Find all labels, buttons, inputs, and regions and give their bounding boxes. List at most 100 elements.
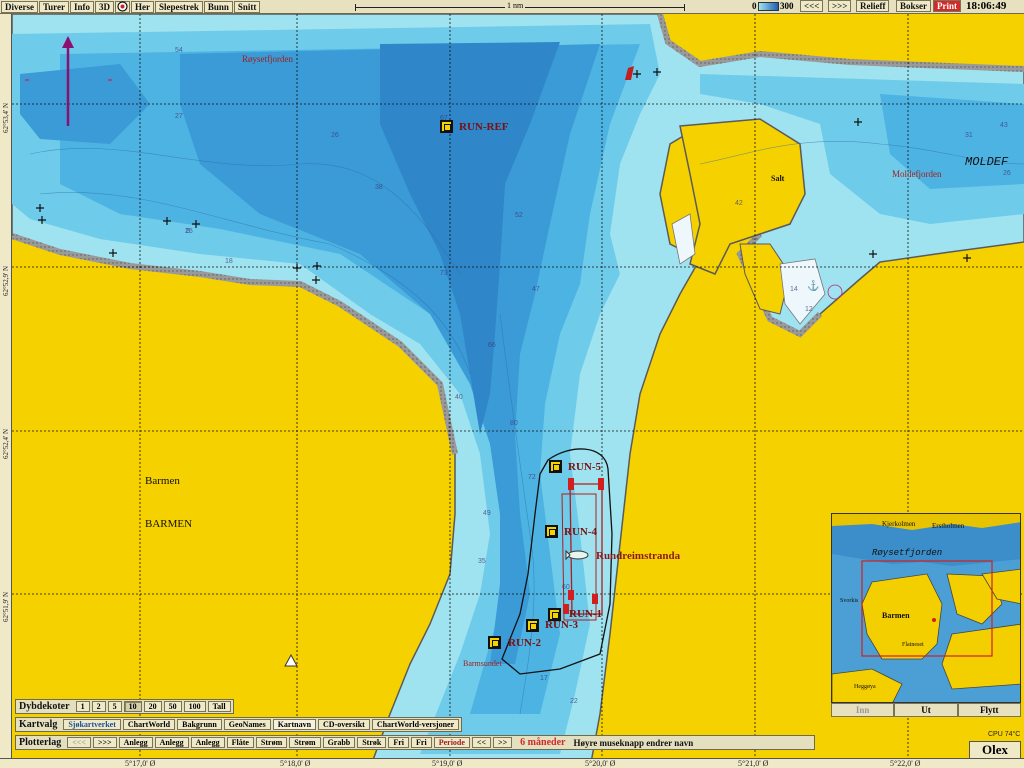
period-button[interactable]: Periode [433,737,470,748]
contour-20-button[interactable]: 20 [143,701,162,712]
chart-bakgrunn-button[interactable]: Bakgrunn [177,719,222,730]
label-barmen-caps: BARMEN [145,518,193,530]
depth-sounding: 40 [455,394,463,401]
chart-sjokartverket-button[interactable]: Sjøkartverket [63,719,121,730]
compass-button[interactable] [115,0,131,13]
lat-label-1: 62°53,4' N [2,102,10,134]
layer-flate-button[interactable]: Flåte [226,737,254,748]
run-2-marker[interactable] [488,636,501,649]
menu-bunn[interactable]: Bunn [203,0,233,13]
depth-sounding: 73 [440,270,448,277]
plotter-next-button[interactable]: >>> [92,737,117,748]
lon-label-2: 5°18,0' Ø [280,759,311,768]
layer-grabb-button[interactable]: Grabb [322,737,356,748]
contour-tall-button[interactable]: Tall [207,701,231,712]
depth-contour-title: Dybdekoter [19,701,70,712]
bokser-button[interactable]: Bokser [896,0,931,12]
chart-chartworld-versjoner-button[interactable]: ChartWorld-versjoner [371,719,460,730]
minimap-label-heggoya: Heggøya [854,684,876,690]
menu-snitt[interactable]: Snitt [233,0,261,13]
label-moldefjorden-caps: MOLDEF [965,155,1009,169]
depth-sounding: 26 [331,132,339,139]
zoom-in-button[interactable]: Inn [831,703,895,717]
menu-info[interactable]: Info [70,0,95,13]
overview-minimap[interactable]: Kjerkolmen Erstholmen Røysetfjorden Barm… [831,513,1021,703]
depth-sounding: 42 [735,200,743,207]
depth-gradient[interactable] [758,2,779,11]
run-2-label: RUN-2 [508,637,541,649]
depth-sounding: 26 [1003,170,1011,177]
contour-1-button[interactable]: 1 [75,701,90,712]
period-next-button[interactable]: >> [493,737,513,748]
chart-selection-title: Kartvalg [19,719,58,730]
longitude-ruler: 5°17,0' Ø 5°18,0' Ø 5°19,0' Ø 5°20,0' Ø … [0,758,1024,768]
minimap-label-flatneset: Flatneset [902,642,924,648]
menu-3d[interactable]: 3D [95,0,115,13]
contour-10-button[interactable]: 10 [123,701,142,712]
minimap-label-svorkis: Svorkis [840,598,859,604]
minimap-chart [832,514,1020,702]
layer-strom-1-button[interactable]: Strøm [255,737,288,748]
run-3-label: RUN-3 [545,619,578,631]
chart-geonames-button[interactable]: GeoNames [223,719,271,730]
run-3-marker[interactable] [526,619,539,632]
depth-sounding: 27 [175,113,183,120]
label-roysetfjorden: Røysetfjorden [242,54,293,64]
depth-sounding: 35 [478,558,486,565]
print-button[interactable]: Print [933,0,961,12]
minimap-label-kjerkolmen: Kjerkolmen [882,520,916,528]
layer-fri-1-button[interactable]: Fri [388,737,410,748]
minimap-controls: Inn Ut Flytt [831,703,1021,717]
run-4-label: RUN-4 [564,526,597,538]
chart-kartnavn-button[interactable]: Kartnavn [272,719,317,730]
olex-logo[interactable]: Olex [969,741,1021,759]
layer-strom-2-button[interactable]: Strøm [289,737,321,748]
chart-cd-oversikt-button[interactable]: CD-oversikt [318,719,370,730]
layer-anlegg-1-button[interactable]: Anlegg [118,737,153,748]
lat-label-3: 62°52,4' N [2,428,10,460]
plotter-layer-title: Plotterlag [19,737,62,748]
next-button[interactable]: >>> [828,0,852,12]
run-5-label: RUN-5 [568,461,601,473]
run-4-marker[interactable] [545,525,558,538]
period-prev-button[interactable]: << [471,737,492,748]
menu-diverse[interactable]: Diverse [1,0,38,13]
menu-turer[interactable]: Turer [39,0,70,13]
depth-sounding: 17 [540,675,548,682]
contour-50-button[interactable]: 50 [163,701,182,712]
run-ref-marker[interactable] [440,120,453,133]
label-moldefjorden: Moldefjorden [892,169,942,179]
svg-text:⚓: ⚓ [807,279,819,292]
layer-anlegg-3-button[interactable]: Anlegg [190,737,225,748]
prev-button[interactable]: <<< [800,0,824,12]
depth-sounding: 18 [225,258,233,265]
move-button[interactable]: Flytt [957,703,1021,717]
lon-label-6: 5°22,0' Ø [890,759,921,768]
contour-100-button[interactable]: 100 [183,701,206,712]
chart-chartworld-button[interactable]: ChartWorld [122,719,176,730]
layer-anlegg-2-button[interactable]: Anlegg [154,737,189,748]
relieff-button[interactable]: Relieff [856,0,890,12]
layer-strok-button[interactable]: Strøk [357,737,387,748]
depth-sounding: 72 [528,474,536,481]
contour-5-button[interactable]: 5 [107,701,122,712]
label-barmen: Barmen [145,475,180,487]
lon-label-1: 5°17,0' Ø [125,759,156,768]
menu-slepestrek[interactable]: Slepestrek [155,0,203,13]
zoom-out-button[interactable]: Ut [894,703,958,717]
chart-canvas[interactable]: ⚓ 54 38 27 26 25 18 67 52 47 66 80 73 72… [0,14,1024,768]
menu-her[interactable]: Her [131,0,155,13]
olex-chart-window: Diverse Turer Info 3D Her Slepestrek Bun… [0,0,1024,768]
depth-scale-max: 300 [780,1,794,11]
compass-icon [117,1,128,12]
layer-fri-2-button[interactable]: Fri [411,737,432,748]
label-barmsundet: Barmsundet [463,659,502,668]
depth-sounding: 5 [186,228,190,235]
plotter-layer-panel: Plotterlag <<< >>> Anlegg Anlegg Anlegg … [15,735,815,750]
depth-sounding: 66 [488,342,496,349]
run-5-marker[interactable] [549,460,562,473]
latitude-ruler: 62°53,4' N 62°52,9' N 62°52,4' N 62°51,9… [0,14,12,758]
plotter-prev-button[interactable]: <<< [67,737,91,748]
period-value: 6 måneder [520,737,566,748]
contour-2-button[interactable]: 2 [91,701,106,712]
